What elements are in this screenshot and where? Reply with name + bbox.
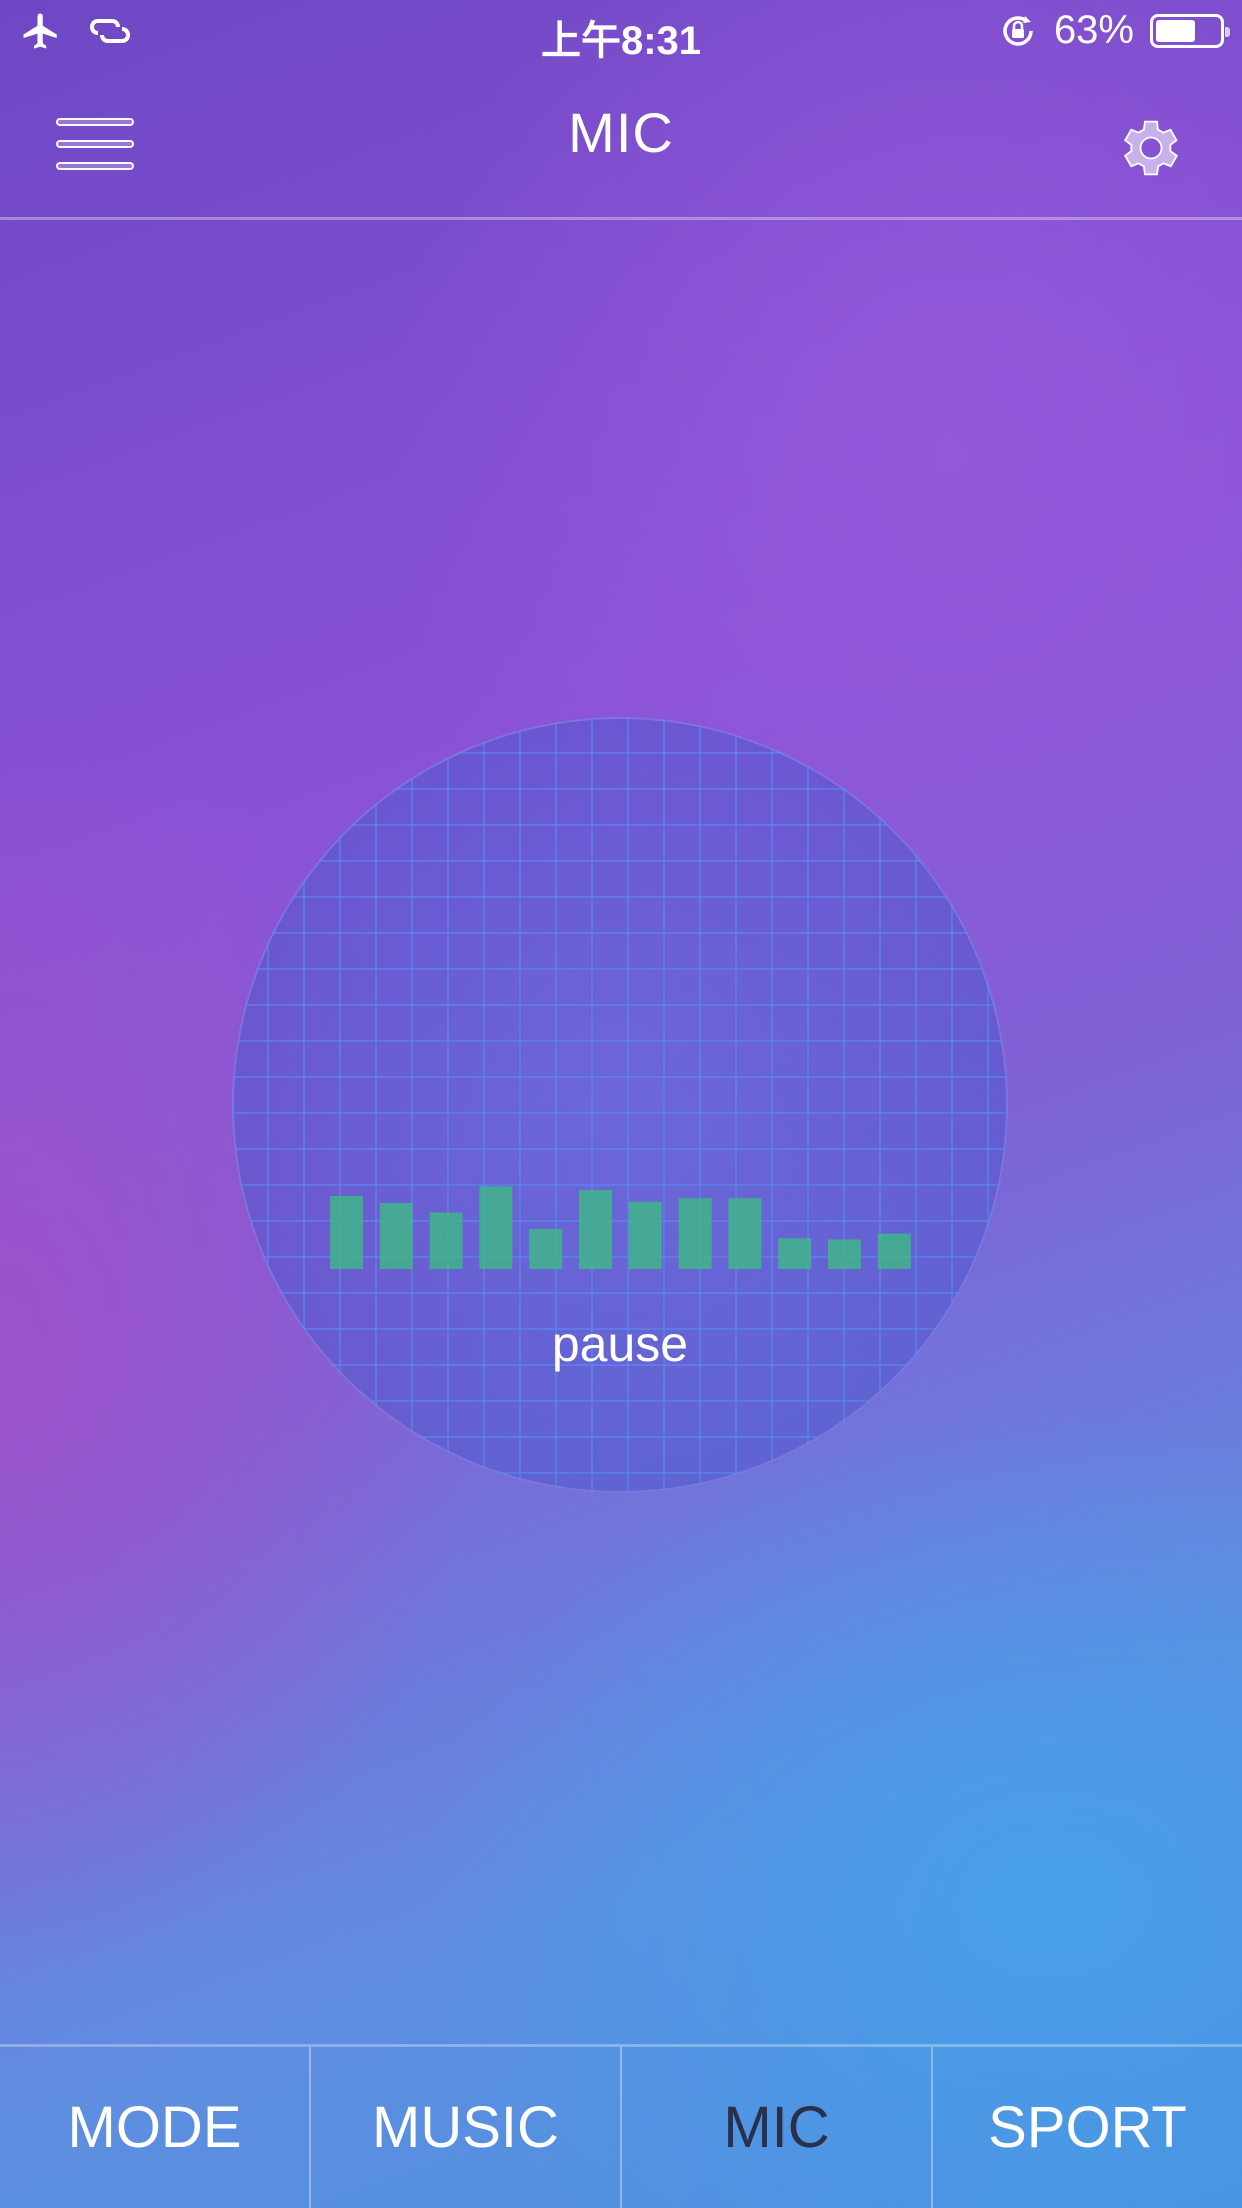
tab-sport[interactable]: SPORT bbox=[933, 2047, 1242, 2208]
battery-tip bbox=[1225, 26, 1230, 37]
status-right-icons: 63% bbox=[998, 8, 1230, 53]
visualizer-bar bbox=[728, 1198, 762, 1269]
tab-mic[interactable]: MIC bbox=[622, 2047, 933, 2208]
visualizer-bar bbox=[579, 1189, 612, 1269]
pause-label[interactable]: pause bbox=[232, 1315, 1008, 1373]
visualizer-graphic bbox=[232, 717, 1008, 1493]
visualizer-bar bbox=[330, 1195, 363, 1269]
visualizer-grid bbox=[232, 717, 1008, 1493]
bottom-tab-bar: MODE MUSIC MIC SPORT bbox=[0, 2044, 1242, 2208]
visualizer-bar bbox=[379, 1202, 413, 1269]
battery-level bbox=[1156, 19, 1196, 42]
battery-icon bbox=[1150, 13, 1230, 48]
battery-percent: 63% bbox=[1053, 8, 1134, 52]
nav-bar: MIC bbox=[0, 66, 1242, 220]
page-title: MIC bbox=[568, 101, 674, 164]
visualizer-bar bbox=[479, 1186, 513, 1269]
visualizer-bar bbox=[529, 1228, 563, 1269]
visualizer-bar bbox=[429, 1212, 463, 1269]
tab-mode[interactable]: MODE bbox=[0, 2047, 311, 2208]
settings-button[interactable] bbox=[1112, 112, 1184, 184]
mic-visualizer[interactable]: pause bbox=[232, 717, 1008, 1493]
visualizer-bar bbox=[628, 1201, 662, 1269]
visualizer-bar bbox=[778, 1238, 812, 1269]
visualizer-bar bbox=[828, 1239, 861, 1269]
tab-music[interactable]: MUSIC bbox=[311, 2047, 622, 2208]
rotation-lock-icon bbox=[1003, 15, 1033, 46]
visualizer-bar bbox=[877, 1233, 911, 1269]
status-bar: 上午8:31 63% bbox=[0, 0, 1242, 66]
visualizer-bar bbox=[678, 1198, 712, 1269]
gear-icon bbox=[1124, 120, 1178, 176]
